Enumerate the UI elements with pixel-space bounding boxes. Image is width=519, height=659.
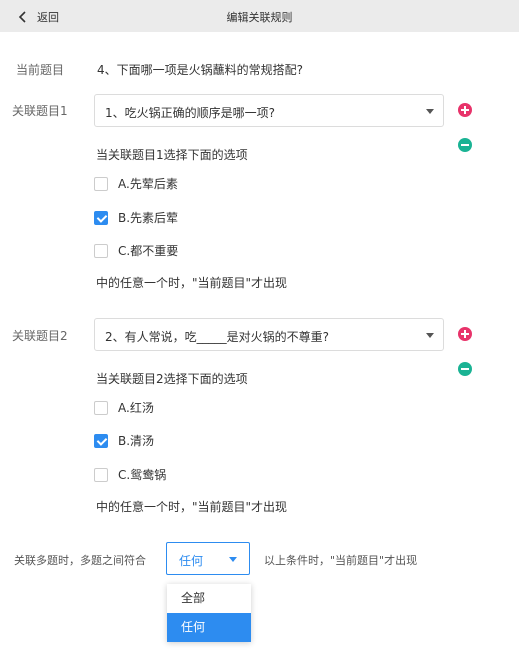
checkbox[interactable]: [94, 467, 108, 482]
rule-1-question-value: 1、吃火锅正确的顺序是哪一项?: [105, 106, 276, 120]
option-label: A.红汤: [118, 401, 154, 415]
remove-rule-button[interactable]: [458, 138, 472, 152]
add-rule-button[interactable]: [458, 103, 472, 117]
dropdown-option-all[interactable]: 全部: [167, 584, 251, 613]
rule-2-question-value: 2、有人常说，吃_____是对火锅的不尊重?: [105, 330, 330, 344]
checkbox[interactable]: [94, 243, 108, 258]
page-title: 编辑关联规则: [226, 11, 293, 24]
checkbox-checked[interactable]: [94, 210, 108, 225]
option-label: C.鸳鸯锅: [118, 468, 167, 482]
plus-icon-v: [464, 106, 466, 114]
rule-2-label: 关联题目2: [12, 329, 68, 343]
checkbox-checked[interactable]: [94, 433, 108, 448]
chevron-down-icon: [229, 557, 237, 562]
rule-2-subtitle: 当关联题目2选择下面的选项: [96, 372, 248, 386]
multi-condition-prefix: 关联多题时，多题之间符合: [14, 554, 146, 567]
option-label: C.都不重要: [118, 244, 179, 258]
checkbox[interactable]: [94, 176, 108, 191]
rule-1-option-a[interactable]: A.先荤后素: [94, 175, 178, 192]
chevron-down-icon: [426, 109, 434, 114]
rule-1-footer: 中的任意一个时，"当前题目"才出现: [96, 276, 288, 290]
current-question-label: 当前题目: [16, 63, 65, 77]
header-bar: 返回 编辑关联规则: [0, 0, 519, 32]
option-label: B.清汤: [118, 434, 155, 448]
rule-1-label: 关联题目1: [12, 104, 68, 118]
rule-1-question-select[interactable]: 1、吃火锅正确的顺序是哪一项?: [94, 94, 444, 127]
multi-condition-dropdown-menu: 全部 任何: [167, 584, 251, 642]
rule-2-option-b[interactable]: B.清汤: [94, 432, 154, 449]
option-label: A.先荤后素: [118, 177, 178, 191]
rule-2-option-a[interactable]: A.红汤: [94, 399, 154, 416]
dropdown-option-any[interactable]: 任何: [167, 613, 251, 642]
rule-2-question-select[interactable]: 2、有人常说，吃_____是对火锅的不尊重?: [94, 318, 444, 351]
remove-rule-button[interactable]: [458, 362, 472, 376]
option-label: B.先素后荤: [118, 211, 179, 225]
rule-2-option-c[interactable]: C.鸳鸯锅: [94, 466, 166, 483]
chevron-down-icon: [426, 333, 434, 338]
multi-condition-value: 任何: [179, 554, 204, 568]
rule-1-option-b[interactable]: B.先素后荤: [94, 209, 178, 226]
add-rule-button[interactable]: [458, 327, 472, 341]
minus-icon: [461, 368, 469, 370]
rule-1-subtitle: 当关联题目1选择下面的选项: [96, 148, 248, 162]
rule-1-option-c[interactable]: C.都不重要: [94, 242, 178, 259]
minus-icon: [461, 144, 469, 146]
multi-condition-select[interactable]: 任何: [166, 542, 250, 575]
checkbox[interactable]: [94, 400, 108, 415]
plus-icon-v: [464, 330, 466, 338]
rule-2-footer: 中的任意一个时，"当前题目"才出现: [96, 500, 288, 514]
current-question-text: 4、下面哪一项是火锅蘸料的常规搭配?: [97, 63, 304, 77]
multi-condition-suffix: 以上条件时，"当前题目"才出现: [264, 554, 418, 567]
